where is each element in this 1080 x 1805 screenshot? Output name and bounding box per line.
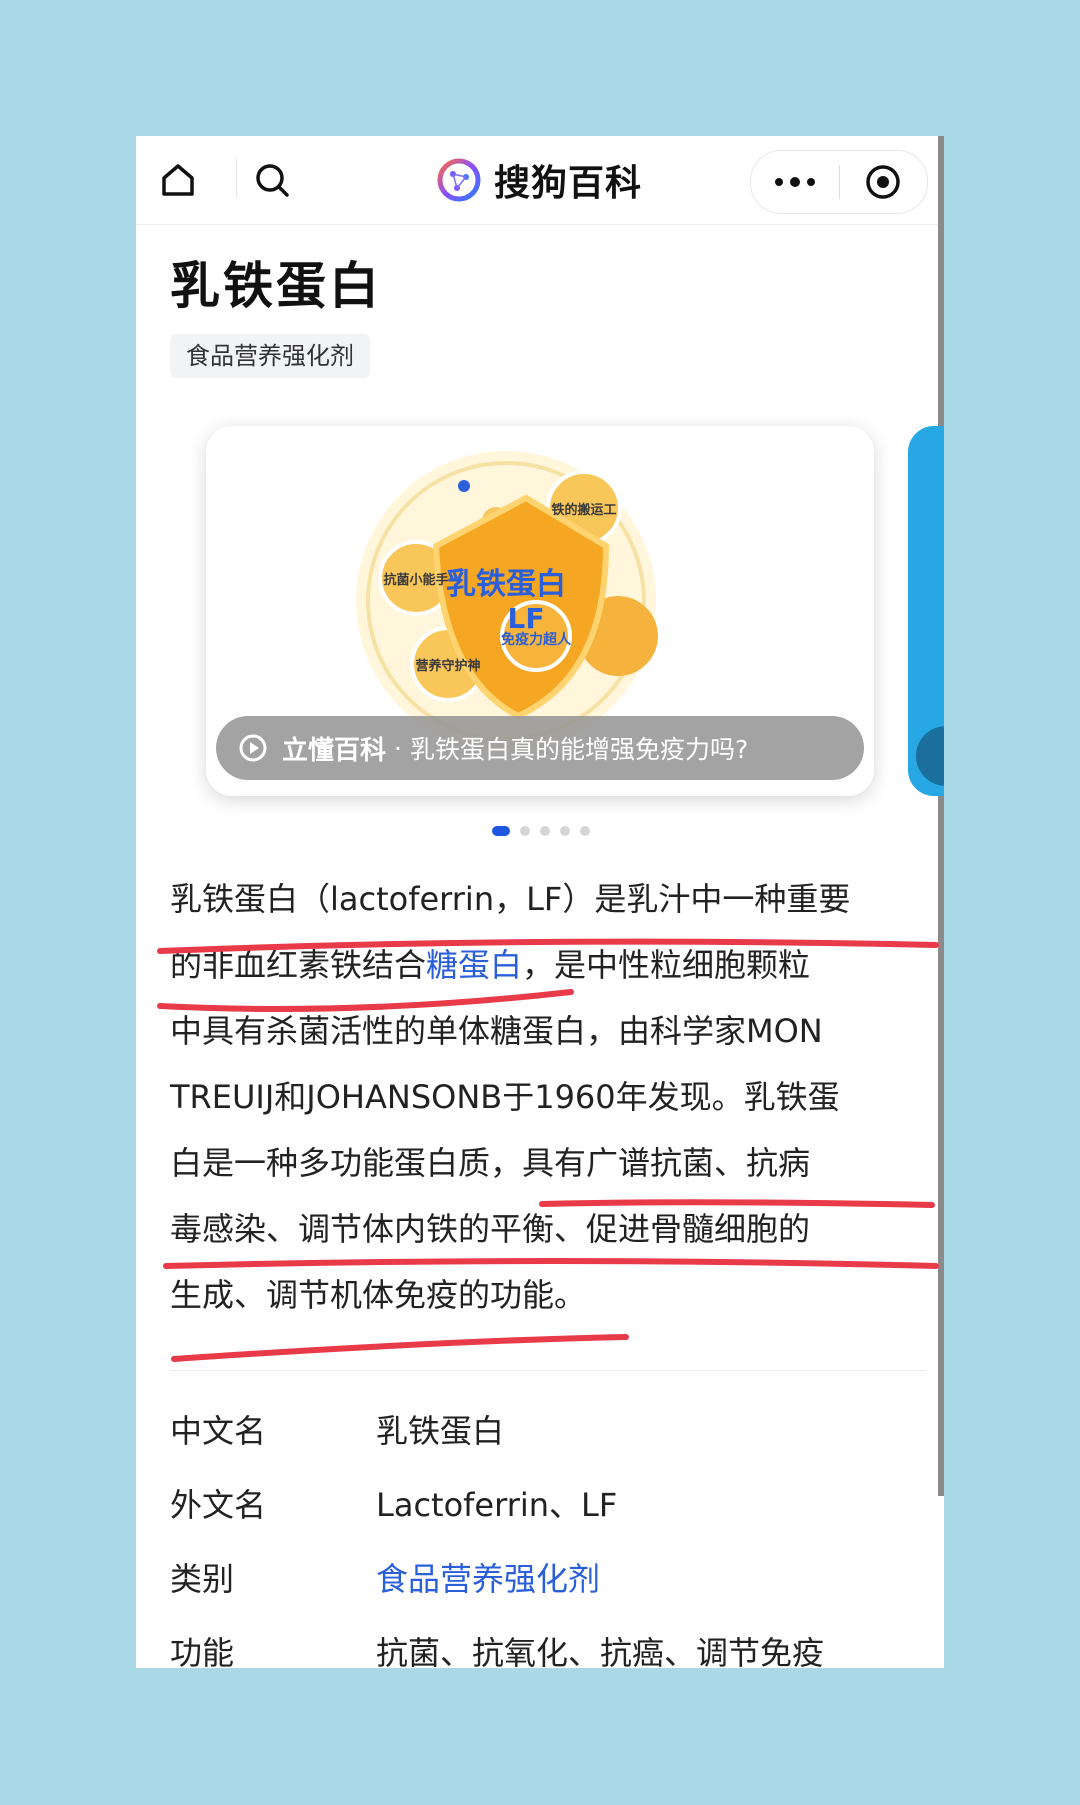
illustration-center-label: 乳铁蛋白 [446,567,566,602]
illustration-nutrition-label: 营养守护神 [415,658,480,674]
info-value: Lactoferrin、LF [376,1486,618,1524]
brand: 搜狗百科 [436,152,642,208]
scrollbar[interactable] [938,136,944,1496]
sogou-baike-logo-icon [437,158,481,202]
illustration-antibac-label: 抗菌小能手 [383,572,448,588]
carousel-dot[interactable] [560,826,570,836]
summary-line: TREUIJ和JOHANSONB于1960年发现。乳铁蛋 [170,1078,840,1116]
carousel-indicator [492,826,600,836]
summary-line: 生成、调节机体免疫的功能。 [170,1276,587,1314]
carousel-dot[interactable] [520,826,530,836]
info-row: 功能 抗菌、抗氧化、抗癌、调节免疫 [170,1620,910,1668]
nav-divider [236,158,237,198]
video-separator: · [394,733,402,763]
next-card-play-icon [916,726,944,786]
brand-name: 搜狗百科 [494,163,643,204]
illustration-center-sub: LF [508,602,545,635]
top-nav-bar: 搜狗百科 [136,136,944,225]
carousel-dot[interactable] [580,826,590,836]
info-key: 外文名 [170,1486,267,1524]
info-key: 功能 [170,1634,235,1668]
page-title: 乳铁蛋白 [170,257,382,315]
play-icon[interactable] [238,733,268,763]
search-icon[interactable] [246,154,298,206]
summary-text: 的非血红素铁结合 [170,946,427,984]
underline-stroke [171,1334,629,1362]
more-menu-icon[interactable] [751,151,839,213]
media-card[interactable]: 乳铁蛋白 LF 铁的搬运工 抗菌小能手 营养守护神 免疫力超人 立懂百科 · 乳… [206,426,874,796]
phone-screen: 搜狗百科 乳铁蛋白 食品营养强化剂 乳铁蛋白 LF 铁的搬运工 抗菌小能手 营养… [136,136,944,1668]
info-value: 抗菌、抗氧化、抗癌、调节免疫 [376,1634,825,1668]
summary-line: 中具有杀菌活性的单体糖蛋白，由科学家MON [170,1012,823,1050]
info-row: 类别 食品营养强化剂 [170,1546,910,1620]
summary-text: ，是中性粒细胞颗粒 [522,946,811,984]
close-mini-program-icon[interactable] [840,151,926,213]
illustration-immune-label: 免疫力超人 [501,631,572,648]
glycoprotein-link[interactable]: 糖蛋白 [426,946,522,984]
summary-line: 乳铁蛋白（lactoferrin，LF）是乳汁中一种重要 [170,880,851,918]
basic-info-table: 中文名 乳铁蛋白 外文名 Lactoferrin、LF 类别 食品营养强化剂 功… [170,1398,910,1668]
summary-line: 的非血红素铁结合糖蛋白，是中性粒细胞颗粒 [170,932,816,998]
section-divider [170,1370,926,1371]
summary-line: 白是一种多功能蛋白质，具有广谱抗菌、抗病 [170,1144,811,1182]
info-value-link[interactable]: 食品营养强化剂 [376,1554,600,1600]
mini-program-capsule [750,150,928,214]
info-key: 类别 [170,1560,235,1598]
next-media-card[interactable] [908,426,944,796]
info-row: 外文名 Lactoferrin、LF [170,1472,910,1546]
info-key: 中文名 [170,1412,267,1450]
carousel-dot[interactable] [540,826,550,836]
summary-paragraph: 乳铁蛋白（lactoferrin，LF）是乳汁中一种重要 的非血红素铁结合糖蛋白… [170,866,851,1328]
illustration-iron-label: 铁的搬运工 [550,502,616,518]
carousel-dot-active[interactable] [492,826,510,836]
home-icon[interactable] [152,154,204,206]
video-title: 乳铁蛋白真的能增强免疫力吗? [409,735,749,764]
video-caption-bar[interactable]: 立懂百科 · 乳铁蛋白真的能增强免疫力吗? [216,716,864,780]
video-brand: 立懂百科 [282,735,387,766]
info-row: 中文名 乳铁蛋白 [170,1398,910,1472]
category-tag[interactable]: 食品营养强化剂 [170,334,370,378]
info-value: 乳铁蛋白 [376,1412,505,1450]
summary-line: 毒感染、调节体内铁的平衡、促进骨髓细胞的 [170,1210,811,1248]
